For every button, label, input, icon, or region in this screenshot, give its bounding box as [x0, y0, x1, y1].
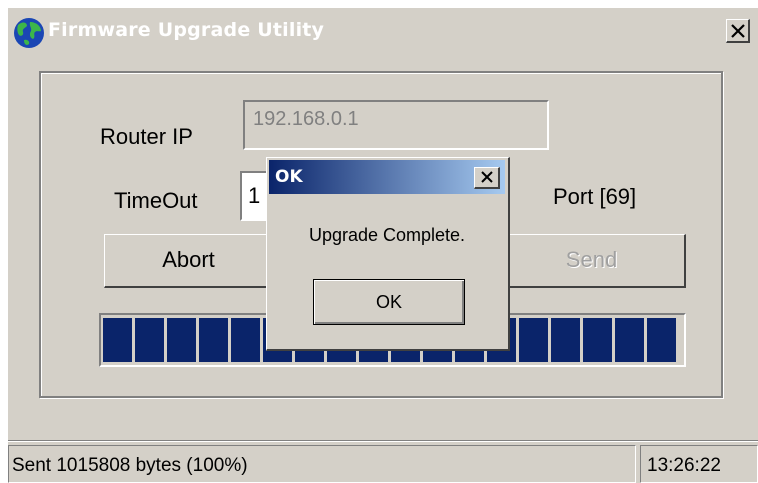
status-separator	[8, 440, 758, 442]
abort-button[interactable]: Abort	[104, 234, 274, 288]
dialog-ok-button[interactable]: OK	[313, 279, 465, 325]
close-icon	[731, 24, 745, 38]
progress-block	[231, 318, 260, 362]
firmware-upgrade-window: Firmware Upgrade Utility Router IP 192.1…	[8, 8, 758, 483]
progress-block	[647, 318, 676, 362]
progress-block	[199, 318, 228, 362]
title-bar[interactable]: Firmware Upgrade Utility	[8, 8, 758, 56]
dialog-message: Upgrade Complete.	[308, 225, 466, 245]
window-close-button[interactable]	[726, 19, 750, 43]
progress-block	[167, 318, 196, 362]
progress-block	[551, 318, 580, 362]
timeout-label: TimeOut	[114, 188, 198, 213]
progress-block	[583, 318, 612, 362]
status-time: 13:26:22	[640, 445, 758, 483]
dialog-title: OK	[275, 167, 303, 187]
globe-icon	[12, 16, 46, 50]
router-ip-field[interactable]: 192.168.0.1	[243, 100, 549, 150]
progress-block	[519, 318, 548, 362]
port-label: Port [69]	[553, 184, 637, 209]
close-icon	[481, 171, 493, 183]
window-title: Firmware Upgrade Utility	[48, 19, 325, 41]
router-ip-label: Router IP	[100, 124, 193, 149]
dialog-close-button[interactable]	[474, 167, 500, 189]
send-button[interactable]: Send	[498, 234, 686, 288]
upgrade-complete-dialog: OK Upgrade Complete. OK	[266, 157, 510, 351]
progress-block	[103, 318, 132, 362]
progress-block	[135, 318, 164, 362]
dialog-title-bar[interactable]: OK	[269, 160, 505, 194]
status-message: Sent 1015808 bytes (100%)	[8, 445, 636, 483]
progress-block	[615, 318, 644, 362]
